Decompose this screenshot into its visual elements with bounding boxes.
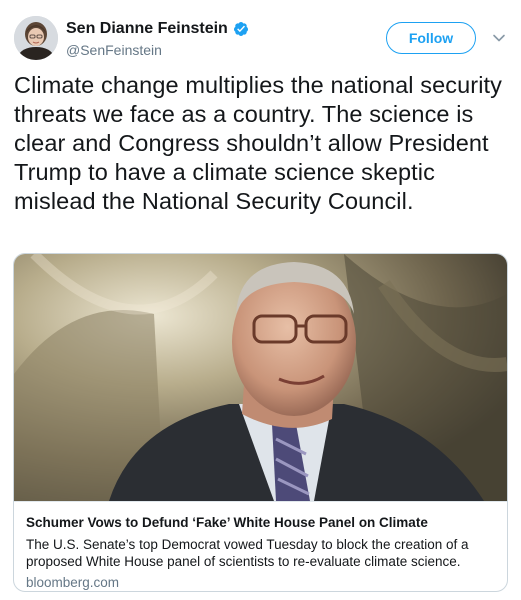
tweet-text: Climate change multiplies the national s…	[14, 72, 502, 214]
author-avatar[interactable]	[14, 16, 58, 60]
link-card-title[interactable]: Schumer Vows to Defund ‘Fake’ White Hous…	[26, 515, 495, 530]
verified-badge-icon	[233, 22, 248, 36]
link-card-body[interactable]: Schumer Vows to Defund ‘Fake’ White Hous…	[14, 501, 507, 591]
link-card-image[interactable]	[14, 254, 507, 501]
link-card[interactable]: Schumer Vows to Defund ‘Fake’ White Hous…	[13, 253, 508, 592]
chevron-down-icon[interactable]	[492, 33, 506, 43]
author-handle[interactable]: @SenFeinstein	[66, 42, 162, 58]
author-display-name[interactable]: Sen Dianne Feinstein	[66, 20, 228, 38]
follow-button[interactable]: Follow	[386, 22, 476, 54]
author-name-row[interactable]: Sen Dianne Feinstein	[66, 20, 249, 38]
link-card-description: The U.S. Senate’s top Democrat vowed Tue…	[26, 537, 469, 569]
avatar-photo	[14, 16, 58, 60]
link-card-domain: bloomberg.com	[26, 575, 120, 590]
